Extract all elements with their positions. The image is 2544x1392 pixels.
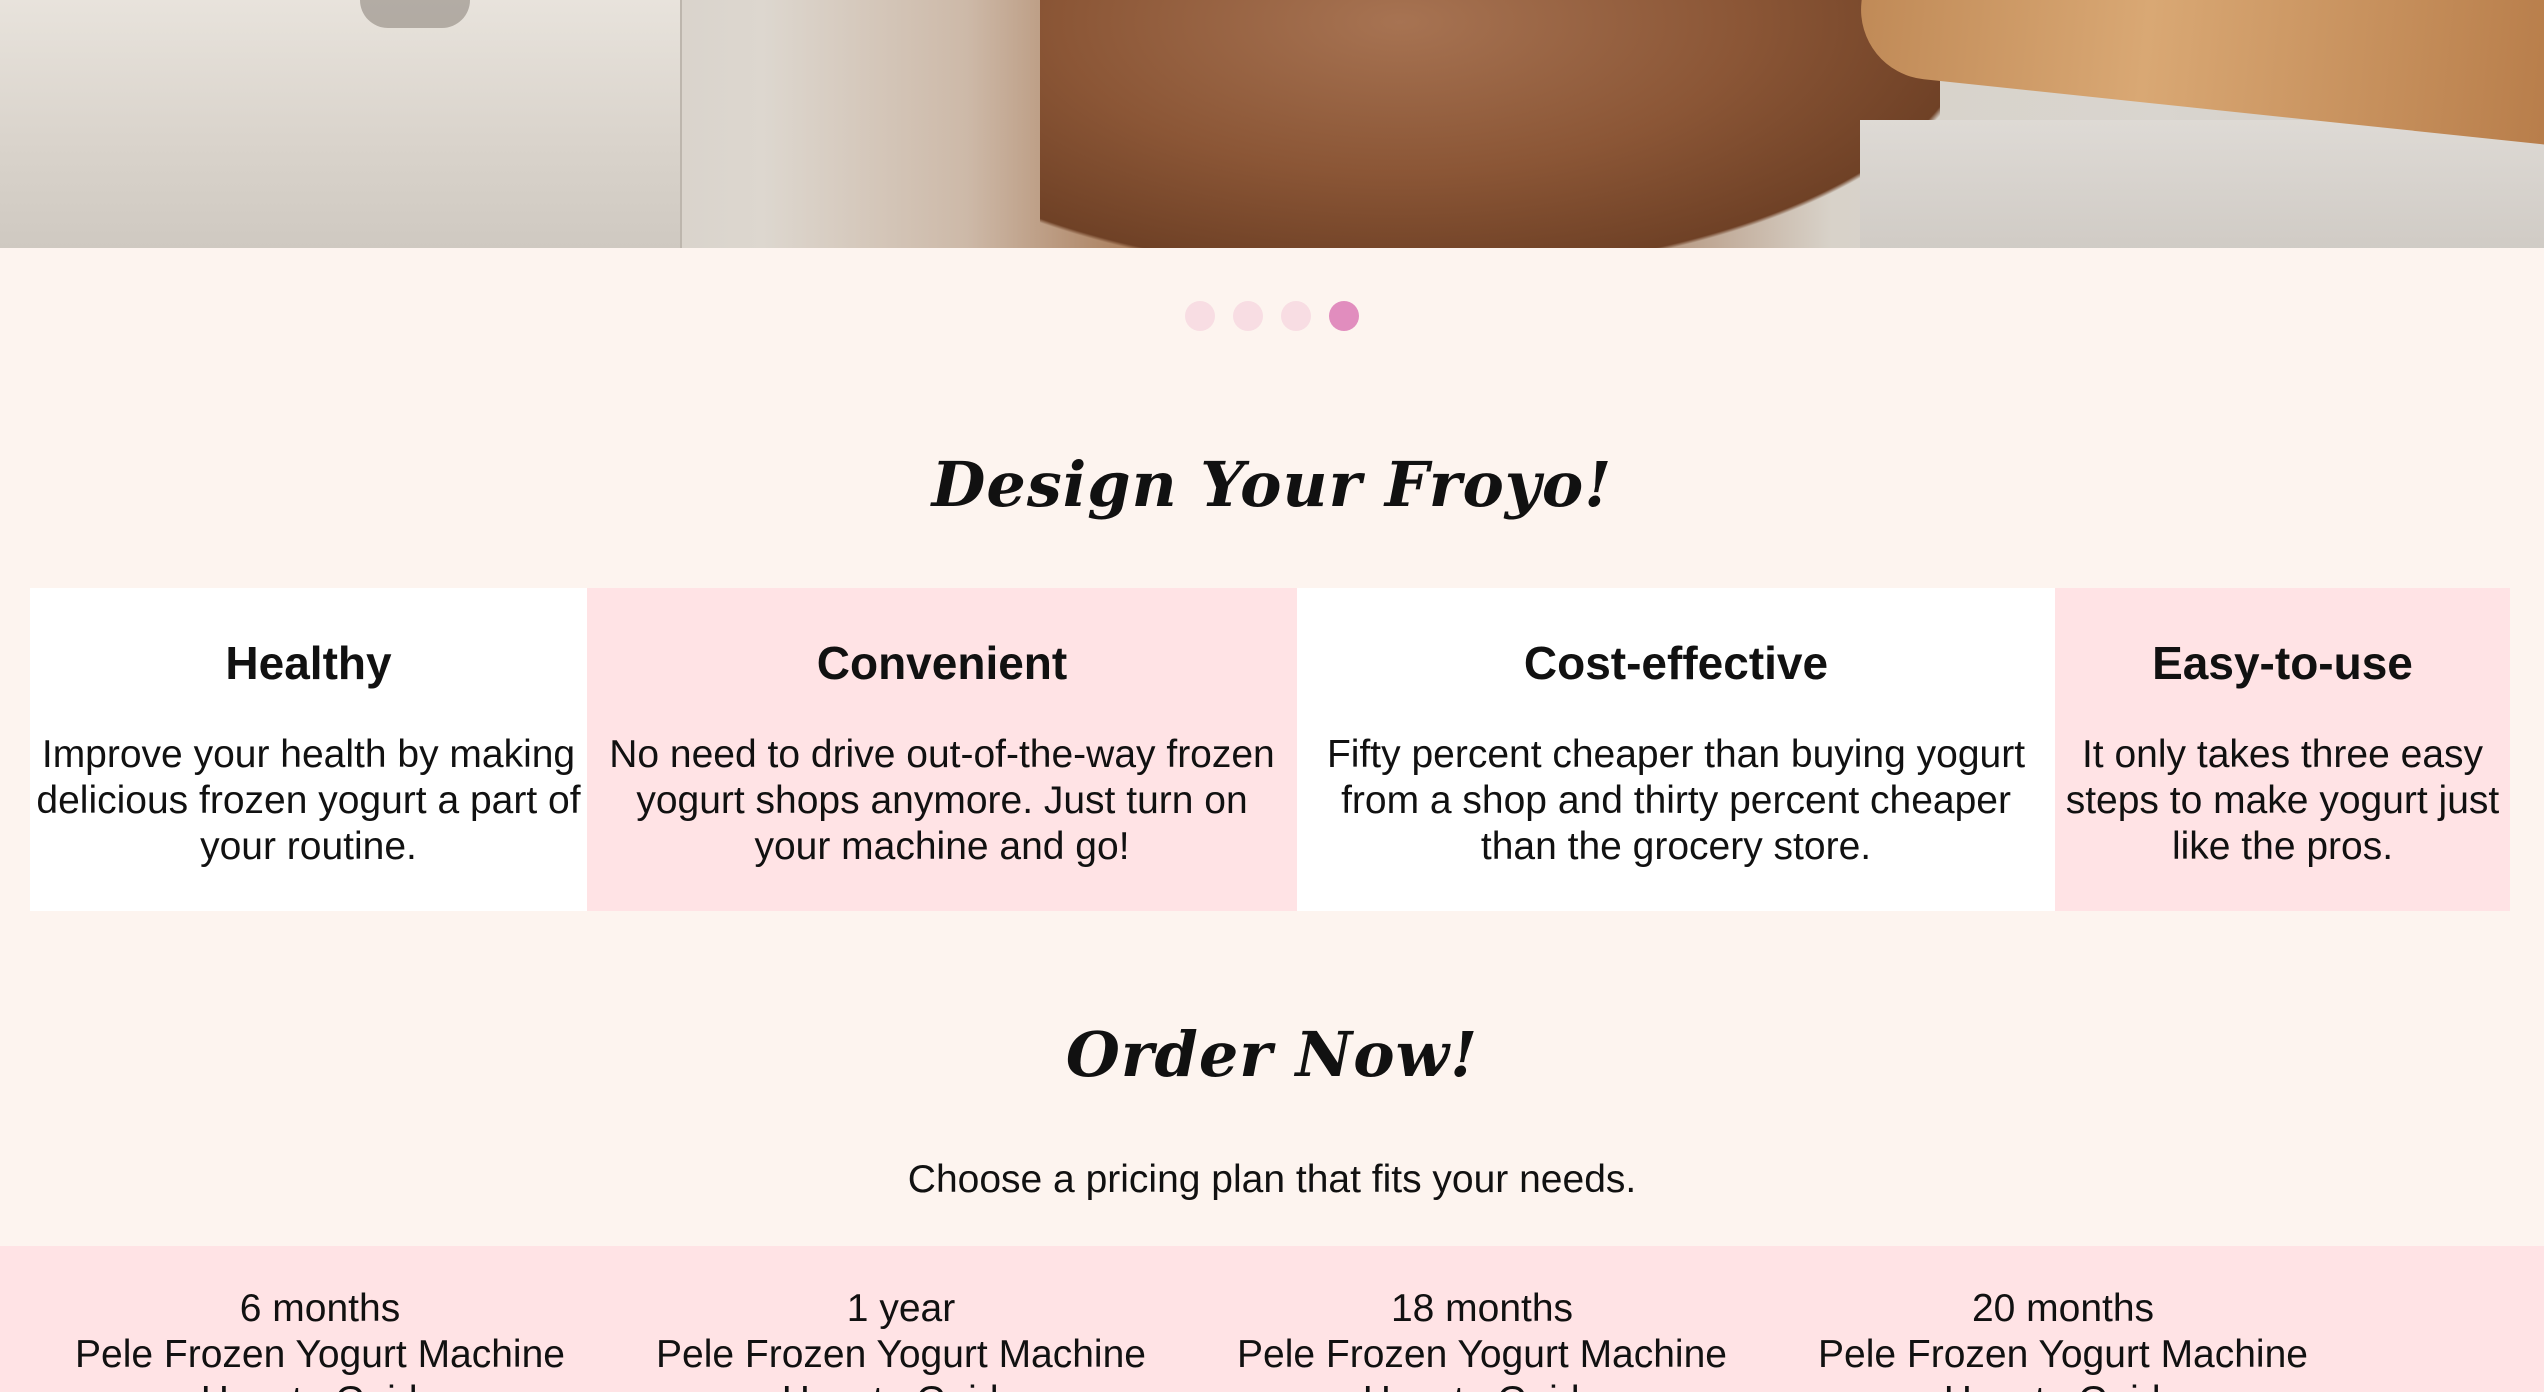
carousel-dot-2[interactable] [1233,301,1263,331]
pricing-plan-1-year[interactable]: 1 year Pele Frozen Yogurt Machine How-to… [621,1286,1181,1392]
plan-duration: 20 months [1971,1287,2155,1330]
feature-text: Fifty percent cheaper than buying yogurt… [1326,733,2026,868]
plan-extra: How-to Guide [621,1378,1181,1392]
features-row: Healthy Improve your health by making de… [30,588,2510,911]
design-section-title: Design Your Froyo! [931,448,1613,521]
plan-product: Pele Frozen Yogurt Machine [75,1333,565,1376]
pricing-plan-20-months[interactable]: 20 months Pele Frozen Yogurt Machine How… [1783,1286,2343,1392]
hand-photo-part [1040,0,1940,248]
feature-card-healthy: Healthy Improve your health by making de… [30,588,587,911]
pricing-subtitle: Choose a pricing plan that fits your nee… [907,1158,1637,1201]
feature-title: Easy-to-use [2152,637,2413,689]
order-section-title: Order Now! [1065,1018,1479,1091]
pricing-plan-6-months[interactable]: 6 months Pele Frozen Yogurt Machine How-… [40,1286,600,1392]
feature-text: Improve your health by making delicious … [36,733,581,868]
carousel-dot-3[interactable] [1281,301,1311,331]
feature-title: Healthy [225,637,392,689]
feature-text: It only takes three easy steps to make y… [2065,733,2500,868]
plan-duration: 18 months [1390,1287,1574,1330]
feature-card-cost-effective: Cost-effective Fifty percent cheaper tha… [1297,588,2055,911]
carousel-dot-4-active[interactable] [1329,301,1359,331]
plan-duration: 6 months [239,1287,401,1330]
plan-extra: How-to Guide [40,1378,600,1392]
yogurt-machine-photo-part [0,0,682,248]
plan-extra: How-to Guide [1202,1378,1762,1392]
counter-photo-part [1860,120,2544,248]
feature-title: Cost-effective [1523,637,1829,689]
plan-product: Pele Frozen Yogurt Machine [656,1333,1146,1376]
plan-product: Pele Frozen Yogurt Machine [1237,1333,1727,1376]
feature-title: Convenient [816,637,1068,689]
feature-card-easy-to-use: Easy-to-use It only takes three easy ste… [2055,588,2510,911]
pricing-plan-18-months[interactable]: 18 months Pele Frozen Yogurt Machine How… [1202,1286,1762,1392]
carousel-dot-1[interactable] [1185,301,1215,331]
pricing-plans-panel: 6 months Pele Frozen Yogurt Machine How-… [0,1246,2544,1392]
machine-slot-shape [360,0,470,28]
feature-text: No need to drive out-of-the-way frozen y… [609,733,1275,868]
hero-carousel-image [0,0,2544,248]
plan-product: Pele Frozen Yogurt Machine [1818,1333,2308,1376]
plan-extra: How-to Guide [1783,1378,2343,1392]
carousel-pagination [0,301,2544,331]
feature-card-convenient: Convenient No need to drive out-of-the-w… [587,588,1297,911]
plan-duration: 1 year [846,1287,956,1330]
